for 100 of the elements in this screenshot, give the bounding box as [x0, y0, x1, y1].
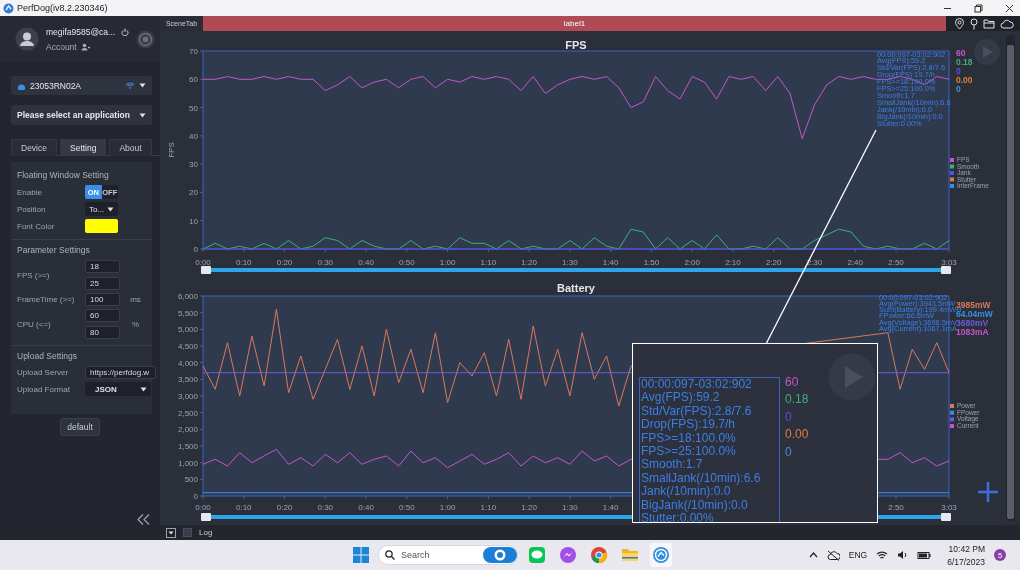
caret-icon	[140, 386, 147, 392]
tab[interactable]: Setting	[60, 139, 107, 156]
stat-value: 0.00	[785, 428, 809, 442]
axis-tick-label: 0	[193, 245, 198, 254]
input-field[interactable]: 100	[85, 293, 120, 306]
axis-tick-label: 0:30	[317, 258, 334, 267]
application-dropdown[interactable]: Please select an application	[11, 105, 152, 125]
collapse-icon[interactable]	[137, 514, 150, 525]
axis-tick-label: 2,000	[177, 425, 198, 435]
stat-text: BigJank(/10min):0.0	[641, 498, 749, 513]
field-label: Enable	[17, 187, 43, 197]
scrollbar[interactable]	[1005, 35, 1015, 521]
default-button[interactable]: default	[60, 418, 100, 436]
axis-tick-label: 0:00	[195, 258, 211, 267]
language-indicator[interactable]: ENG	[848, 550, 868, 560]
stat-text: Avg(FPS):59.2	[641, 391, 721, 405]
axis-tick-label: 0:20	[276, 503, 293, 512]
axis-tick-label: 0:20	[276, 258, 293, 267]
location-pin-icon[interactable]	[954, 17, 965, 30]
stat-value: 0	[785, 445, 793, 460]
axis-tick-label: 0	[193, 492, 198, 501]
battery-icon[interactable]	[917, 550, 933, 560]
axis-tick-label: 40	[189, 131, 198, 141]
position-dropdown[interactable]: To...	[85, 202, 118, 216]
restore-icon[interactable]	[974, 3, 983, 13]
axis-tick-label: 5,000	[177, 325, 198, 335]
stop-icon[interactable]	[136, 29, 156, 49]
axis-tick-label: 6,000	[177, 292, 198, 301]
axis-tick-label: 1:40	[602, 503, 619, 512]
axis-tick-label: 0:40	[358, 503, 374, 512]
input-field[interactable]: 25	[85, 277, 120, 290]
axis-tick-label: 1:30	[562, 503, 578, 512]
stat-value: 0.00	[956, 75, 973, 85]
tab[interactable]: Device	[11, 139, 57, 156]
caret-icon	[107, 206, 114, 212]
axis-tick-label: 1,000	[177, 458, 198, 468]
wifi-icon[interactable]	[876, 550, 889, 560]
field-label: Font Color	[17, 221, 56, 231]
clock-date[interactable]: 6/17/2023	[947, 556, 985, 567]
cloud-icon[interactable]	[1000, 18, 1014, 29]
axis-tick-label: 0:30	[317, 503, 334, 512]
label-bar: label1	[203, 16, 946, 31]
user-name: megifa9585@ca...	[46, 26, 116, 37]
pin-icon[interactable]	[970, 17, 978, 30]
range-slider[interactable]	[201, 266, 951, 274]
stat-text: FPS>=25:100.0%	[641, 445, 737, 459]
axis-tick-label: 3:03	[941, 258, 957, 267]
cloud-off-icon[interactable]	[826, 549, 840, 561]
axis-tick-label: 0:00	[195, 503, 211, 512]
axis-tick-label: 20	[189, 188, 198, 198]
clock-time[interactable]: 10:42 PM	[948, 543, 985, 554]
stat-value: 0.18	[956, 57, 973, 67]
section-heading: Floating Window Setting	[17, 170, 110, 180]
account-link[interactable]: Account	[46, 41, 77, 52]
input-field[interactable]: 60	[85, 309, 120, 322]
input-field[interactable]: 80	[85, 326, 120, 339]
axis-tick-label: 1:00	[439, 503, 456, 512]
user-icon[interactable]	[80, 42, 90, 51]
axis-tick-label: 1,500	[177, 442, 198, 451]
axis-tick-label: 1:40	[602, 258, 619, 267]
folder-icon[interactable]	[983, 18, 995, 29]
axis-tick-label: 3,500	[177, 375, 198, 385]
axis-tick-label: 3,000	[177, 392, 198, 401]
log-checkbox[interactable]	[183, 528, 192, 537]
input-field[interactable]: 18	[85, 260, 120, 273]
axis-tick-label: 0:10	[236, 503, 252, 512]
chart-title: Battery	[557, 282, 595, 294]
windows-start-icon[interactable]	[352, 546, 370, 564]
search-field[interactable]: Search	[378, 545, 518, 565]
section-heading: Upload Settings	[17, 351, 78, 361]
color-swatch[interactable]	[85, 219, 118, 233]
speaker-icon[interactable]	[897, 550, 909, 560]
browser-icon[interactable]	[590, 546, 608, 564]
field-label: Position	[17, 204, 47, 214]
axis-tick-label: 60	[189, 75, 198, 85]
stat-value: 0.18	[785, 393, 809, 407]
close-icon[interactable]	[1005, 3, 1014, 13]
power-icon[interactable]	[121, 27, 130, 36]
axis-tick-label: 1:10	[480, 503, 497, 512]
axis-tick-label: 1:10	[480, 258, 497, 267]
input-field[interactable]: https://perfdog.w	[85, 366, 156, 379]
plus-icon[interactable]	[978, 482, 998, 502]
caret-up-icon[interactable]	[808, 552, 818, 558]
stat-text: Jank(/10min):0.0	[641, 485, 731, 499]
axis-tick-label: 5,500	[177, 308, 198, 318]
format-dropdown[interactable]: JSON	[85, 382, 151, 396]
axis-tick-label: 2:10	[725, 258, 741, 267]
device-dropdown[interactable]: 23053RN02A	[11, 76, 152, 95]
axis-tick-label: 4,500	[177, 342, 198, 351]
axis-tick-label: 1:20	[521, 503, 537, 512]
caret-icon	[139, 83, 146, 88]
avatar-icon[interactable]	[15, 27, 39, 51]
axis-tick-label: 1:00	[439, 258, 456, 267]
axis-title: FPS	[167, 142, 176, 158]
axis-tick-label: 1:30	[562, 258, 578, 267]
axis-tick-label: 2:20	[765, 258, 782, 267]
axis-tick-label: 0:10	[236, 258, 252, 267]
axis-tick-label: 50	[189, 103, 198, 113]
tab[interactable]: About	[109, 139, 152, 156]
dropdown-icon[interactable]	[166, 527, 176, 538]
